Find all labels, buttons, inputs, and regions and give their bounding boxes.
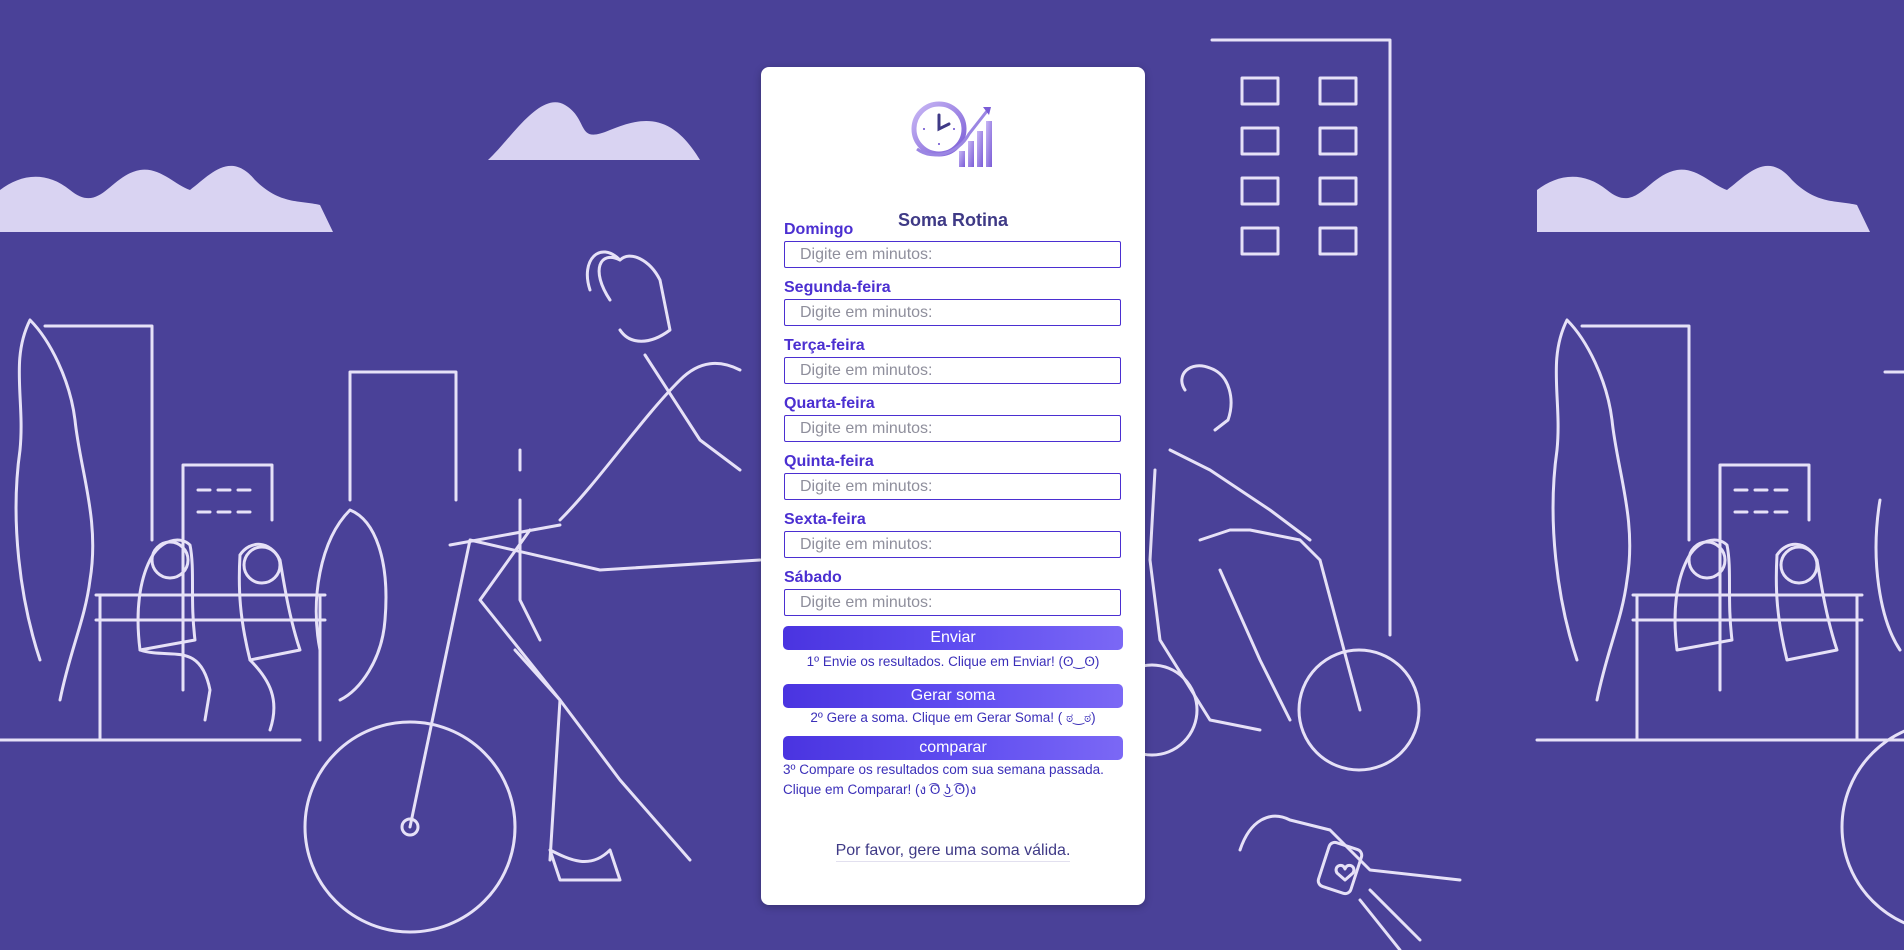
field-domingo: Domingo <box>784 221 1121 268</box>
compare-hint: 3º Compare os resultados com sua semana … <box>783 762 1104 777</box>
generate-sum-button[interactable]: Gerar soma <box>783 684 1123 708</box>
send-hint: 1º Envie os resultados. Clique em Enviar… <box>806 654 1100 669</box>
field-label-quarta: Quarta-feira <box>784 395 875 412</box>
generate-sum-hint: 2º Gere a soma. Clique em Gerar Soma! ( … <box>810 710 1096 725</box>
input-terca[interactable] <box>784 357 1121 384</box>
input-quinta[interactable] <box>784 473 1121 500</box>
field-quinta: Quinta-feira <box>784 453 1121 500</box>
field-quarta: Quarta-feira <box>784 395 1121 442</box>
compare-button[interactable]: comparar <box>783 736 1123 760</box>
field-label-segunda: Segunda-feira <box>784 279 891 296</box>
compare-hint-line-2: Clique em Comparar! (ง ͡ʘ ͜ʖ ͡ʘ)ง <box>783 782 977 797</box>
input-sabado[interactable] <box>784 589 1121 616</box>
field-label-sabado: Sábado <box>784 569 842 586</box>
input-domingo[interactable] <box>784 241 1121 268</box>
clock-growth-chart-icon <box>911 101 992 167</box>
field-label-sexta: Sexta-feira <box>784 511 866 528</box>
status-message: Por favor, gere uma soma válida. <box>761 842 1145 862</box>
field-sabado: Sábado <box>784 569 1121 616</box>
field-label-quinta: Quinta-feira <box>784 453 874 470</box>
field-terca: Terça-feira <box>784 337 1121 384</box>
input-quarta[interactable] <box>784 415 1121 442</box>
form-card: Soma Rotina Domingo Segunda-feira Terça-… <box>761 67 1145 905</box>
status-text: Por favor, gere uma soma válida. <box>835 842 1071 862</box>
input-segunda[interactable] <box>784 299 1121 326</box>
field-sexta: Sexta-feira <box>784 511 1121 558</box>
field-segunda: Segunda-feira <box>784 279 1121 326</box>
field-label-terca: Terça-feira <box>784 337 865 354</box>
send-button[interactable]: Enviar <box>783 626 1123 650</box>
field-label-domingo: Domingo <box>784 221 854 238</box>
input-sexta[interactable] <box>784 531 1121 558</box>
